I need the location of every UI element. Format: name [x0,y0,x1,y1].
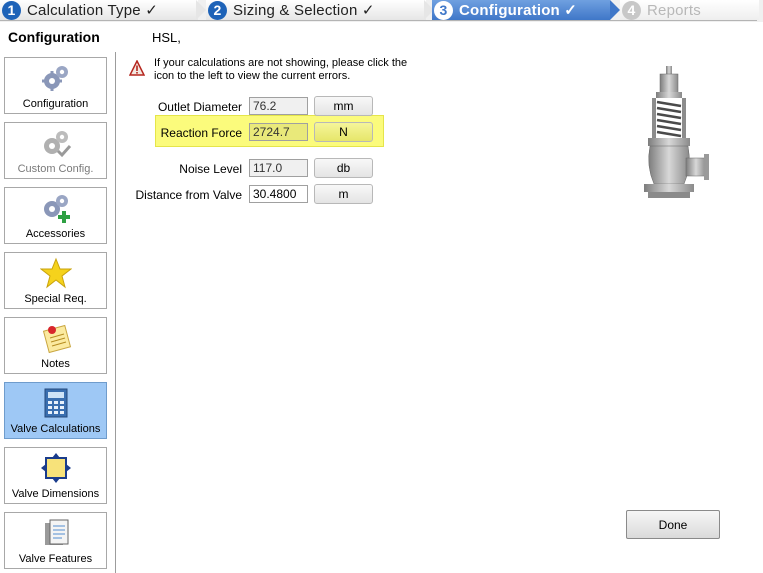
step-number-badge: 4 [622,0,641,20]
noise-level-label: Noise Level [179,162,242,176]
done-button[interactable]: Done [626,510,720,539]
warning-message: If your calculations are not showing, pl… [154,57,408,82]
gears-plus-icon [43,195,70,223]
step-number-badge: 1 [2,0,21,20]
outlet-diameter-label: Outlet Diameter [157,100,242,114]
distance-from-valve-label: Distance from Valve [135,188,242,202]
nav-valve-features[interactable]: Valve Features [4,512,107,569]
reaction-force-label: Reaction Force [160,126,242,140]
calculator-icon [44,388,67,418]
section-title: Configuration [8,29,100,45]
nav-valve-dimensions[interactable]: Valve Dimensions [4,447,107,504]
safety-valve-image [644,66,709,198]
nav-label: Valve Calculations [10,423,101,435]
notes-icon [42,324,71,354]
noise-level-unit-button[interactable]: db [314,158,373,178]
nav-configuration[interactable]: Configuration [4,57,107,114]
step-number-badge: 2 [208,0,227,20]
nav-label: Notes [41,358,70,370]
step-sizing-selection[interactable]: 2 Sizing & Selection ✓ [206,0,426,20]
nav-valve-calculations[interactable]: Valve Calculations [4,382,107,439]
distance-from-valve-field[interactable] [249,185,308,203]
step-bar-divider [0,20,757,21]
step-reports[interactable]: 4 Reports [620,0,759,20]
star-icon [39,257,72,289]
reaction-force-unit-button[interactable]: N [314,122,373,142]
nav-label: Custom Config. [17,163,94,175]
dimensions-icon [40,453,71,483]
nav-label: Accessories [25,228,86,240]
gears-check-icon [43,131,71,158]
distance-from-valve-unit-button[interactable]: m [314,184,373,204]
step-calculation-type[interactable]: 1 Calculation Type ✓ [0,0,198,20]
step-label: Configuration ✓ [459,2,578,19]
nav-label: Valve Features [18,553,93,565]
step-arrow [196,0,206,20]
nav-label: Valve Dimensions [11,488,100,500]
document-icon [44,519,68,545]
outlet-diameter-field[interactable] [249,97,308,115]
nav-label: Configuration [22,98,89,110]
warning-icon[interactable] [129,60,145,76]
nav-custom-config[interactable]: Custom Config. [4,122,107,179]
step-label: Reports [647,1,701,19]
wizard-step-bar: 1 Calculation Type ✓ 2 Sizing & Selectio… [0,0,763,22]
step-number-badge: 3 [434,0,453,20]
sidebar-divider [115,52,116,573]
step-configuration[interactable]: 3 Configuration ✓ [432,0,610,20]
noise-level-field[interactable] [249,159,308,177]
step-label: Calculation Type ✓ [27,2,158,19]
step-arrow [610,0,620,20]
model-header: HSL, [152,30,181,45]
nav-accessories[interactable]: Accessories [4,187,107,244]
step-label: Sizing & Selection ✓ [233,2,375,19]
nav-notes[interactable]: Notes [4,317,107,374]
gears-icon [41,66,68,91]
outlet-diameter-unit-button[interactable]: mm [314,96,373,116]
nav-label: Special Req. [24,293,87,305]
nav-special-req[interactable]: Special Req. [4,252,107,309]
reaction-force-field[interactable] [249,123,308,141]
